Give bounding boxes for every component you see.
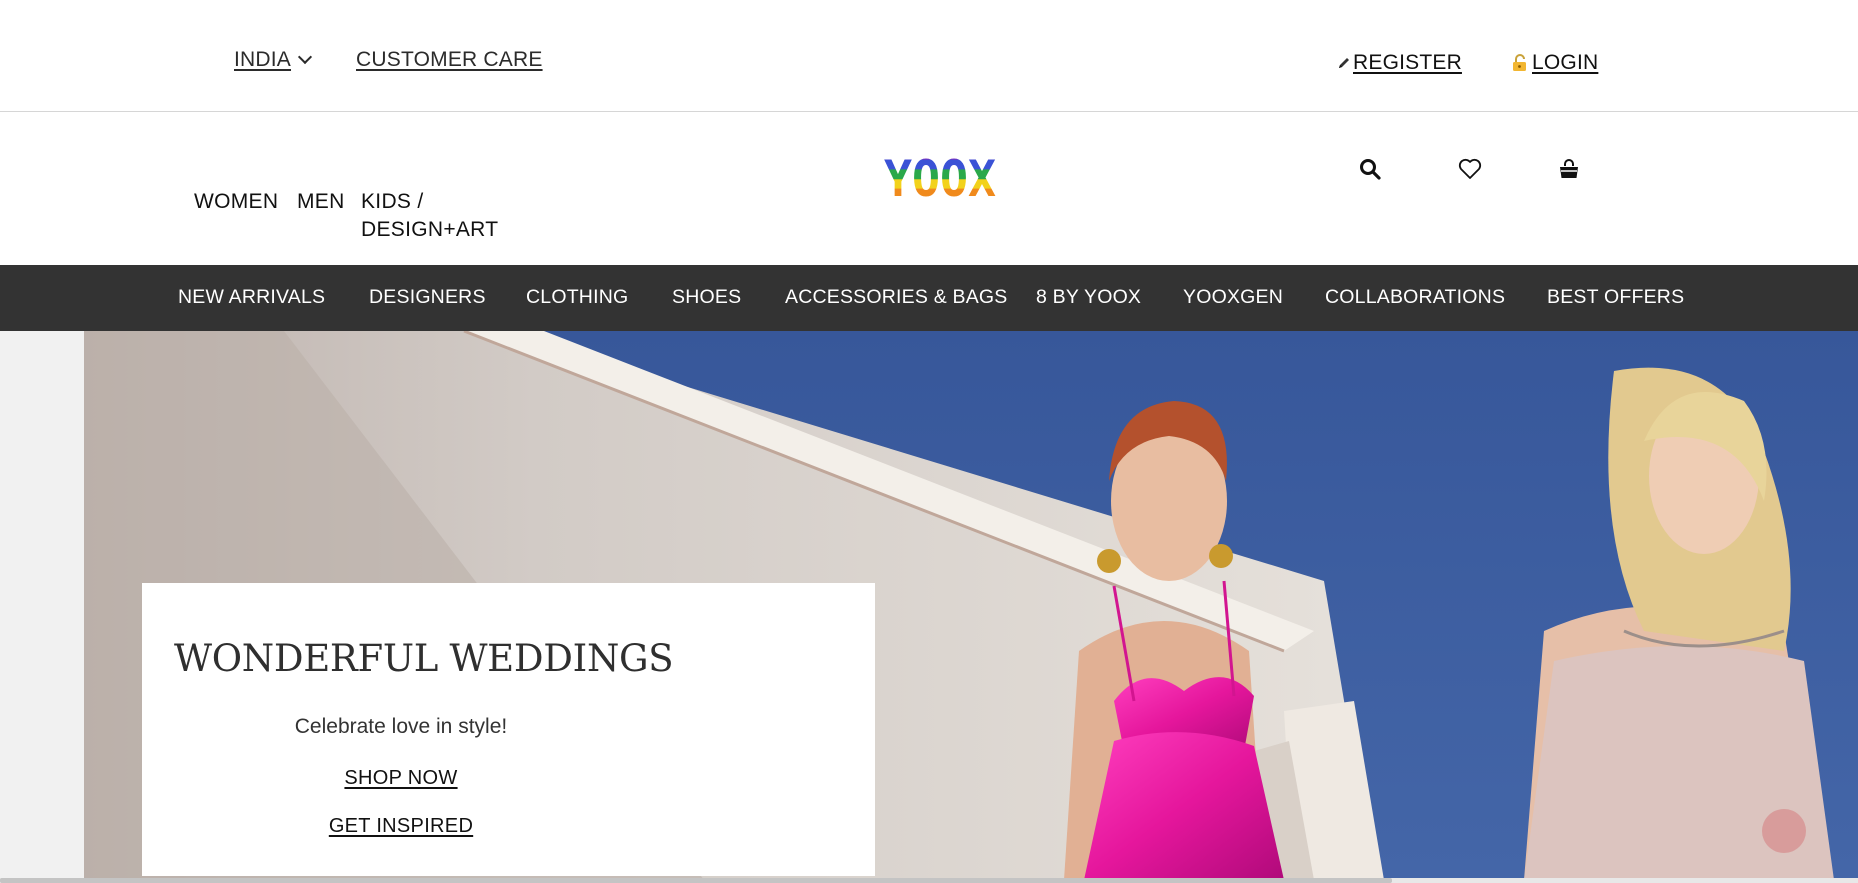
- nav-designers[interactable]: DESIGNERS: [369, 286, 486, 309]
- utility-bar: INDIA CUSTOMER CARE REGISTER LOGIN: [0, 0, 1858, 112]
- nav-yooxgen[interactable]: YOOXGEN: [1183, 286, 1283, 309]
- country-selector[interactable]: INDIA: [234, 48, 313, 72]
- nav-shoes[interactable]: SHOES: [672, 286, 741, 309]
- get-inspired-link[interactable]: GET INSPIRED: [142, 815, 660, 838]
- yoox-logo[interactable]: YOOX: [880, 150, 1000, 208]
- register-link[interactable]: REGISTER: [1337, 51, 1462, 75]
- login-link[interactable]: LOGIN: [1512, 51, 1598, 75]
- promo-subtitle: Celebrate love in style!: [294, 715, 508, 738]
- gender-kids-design-art-link[interactable]: KIDS / DESIGN+ART: [361, 188, 521, 244]
- gender-men-link[interactable]: MEN: [297, 188, 345, 216]
- nav-accessories-bags[interactable]: ACCESSORIES & BAGS: [785, 286, 1008, 309]
- scrollbar-thumb[interactable]: [0, 878, 1392, 883]
- nav-new-arrivals[interactable]: NEW ARRIVALS: [178, 286, 325, 309]
- nav-8-by-yoox[interactable]: 8 BY YOOX: [1036, 286, 1141, 309]
- shopping-bag-icon[interactable]: [1554, 154, 1584, 184]
- logo-text: YOOX: [884, 150, 996, 206]
- nav-collaborations[interactable]: COLLABORATIONS: [1325, 286, 1505, 309]
- hero-left-gutter: [0, 331, 84, 883]
- country-label: INDIA: [234, 48, 292, 71]
- customer-care-link[interactable]: CUSTOMER CARE: [356, 48, 543, 72]
- pencil-icon: [1339, 58, 1349, 68]
- chevron-down-icon: [297, 49, 313, 65]
- site-header: WOMEN MEN KIDS / DESIGN+ART YOOX: [0, 112, 1858, 265]
- lock-icon: [1513, 54, 1526, 71]
- login-label: LOGIN: [1532, 51, 1599, 74]
- promo-card: WONDERFUL WEDDINGS Celebrate love in sty…: [142, 583, 875, 876]
- shop-now-link[interactable]: SHOP NOW: [142, 767, 660, 790]
- main-nav: NEW ARRIVALS DESIGNERS CLOTHING SHOES AC…: [0, 265, 1858, 331]
- search-icon[interactable]: [1355, 154, 1385, 184]
- horizontal-scrollbar[interactable]: [0, 878, 1858, 883]
- register-label: REGISTER: [1353, 51, 1462, 74]
- promo-title: WONDERFUL WEDDINGS: [174, 637, 674, 680]
- gender-women-link[interactable]: WOMEN: [194, 188, 278, 216]
- nav-clothing[interactable]: CLOTHING: [526, 286, 628, 309]
- nav-best-offers[interactable]: BEST OFFERS: [1547, 286, 1684, 309]
- heart-icon[interactable]: [1455, 154, 1485, 184]
